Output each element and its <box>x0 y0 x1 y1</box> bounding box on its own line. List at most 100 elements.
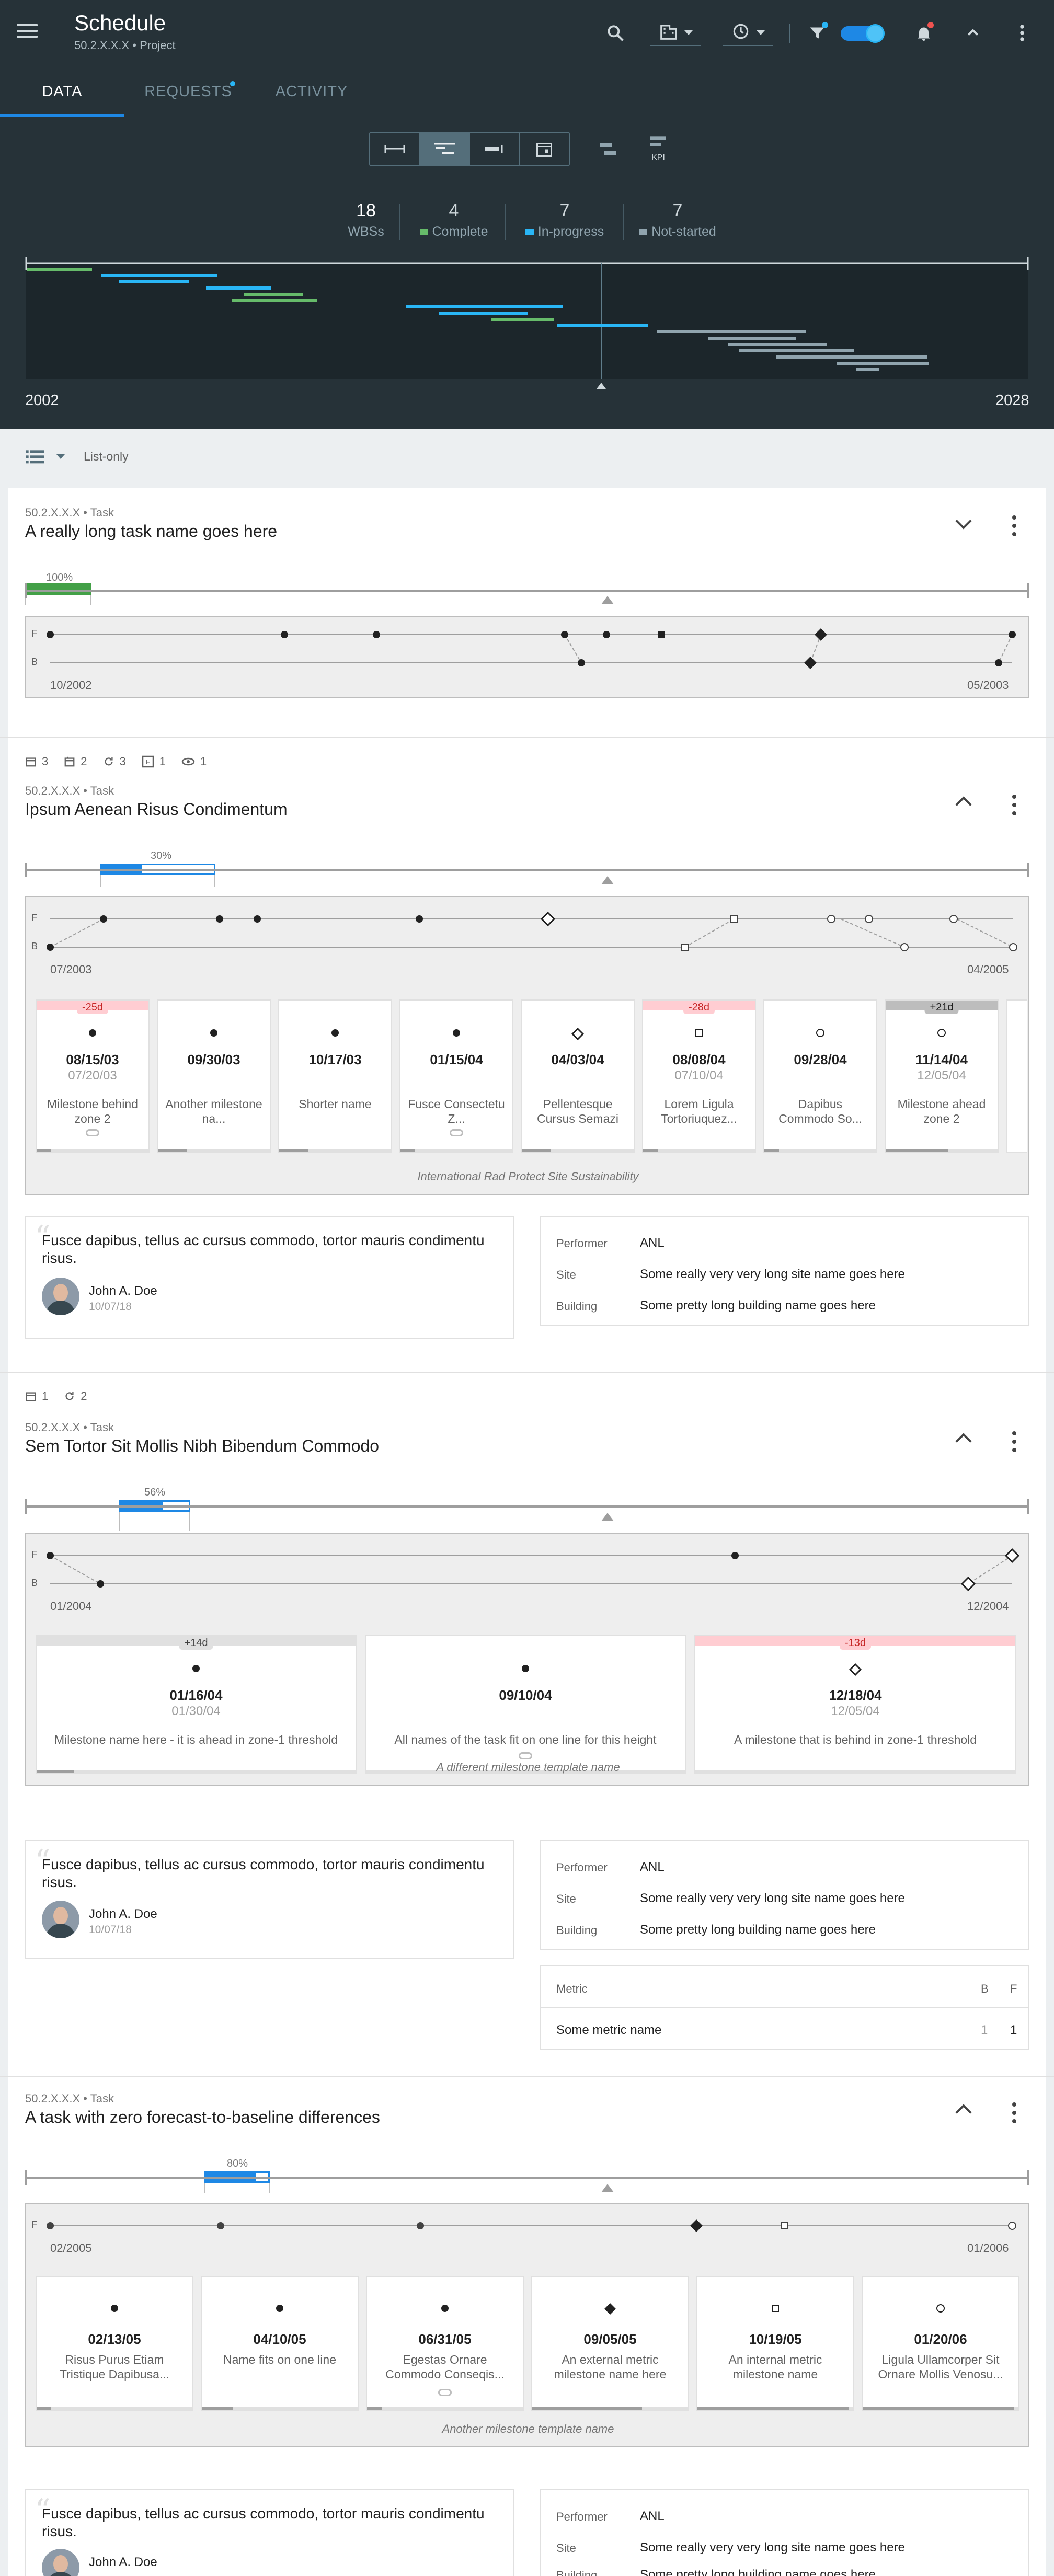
milestone-baseline-date: 07/20/03 <box>68 1068 117 1083</box>
forecast-baseline-panel[interactable]: F B 10/2002 05/2003 <box>25 616 1029 698</box>
calendar-icon <box>26 757 36 767</box>
building-label: Building <box>556 1924 598 1937</box>
swap-icon[interactable] <box>596 137 622 163</box>
task-breadcrumb: 50.2.X.X.X • Task <box>25 784 114 797</box>
milestone-date: 04/10/05 <box>253 2331 306 2347</box>
bar-view-button[interactable] <box>470 133 520 165</box>
tab-data[interactable]: DATA <box>0 65 124 118</box>
list-icon <box>26 450 44 464</box>
complete-legend-swatch <box>419 229 428 235</box>
task-info-card: Performer ANL Site Some really very very… <box>540 2489 1029 2576</box>
range-view-button[interactable] <box>370 133 420 165</box>
milestone-carousel[interactable]: 02/13/05 Risus Purus Etiam Tristique Dap… <box>26 2276 1030 2413</box>
milestone-card[interactable]: 04/10/05 Name fits on one line <box>201 2276 359 2411</box>
milestone-card[interactable]: 02/13/05 Risus Purus Etiam Tristique Dap… <box>36 2276 193 2411</box>
forecast-baseline-panel[interactable]: F B 07/2003 04/2005 -25d 08/15/03 07/20/… <box>25 896 1029 1195</box>
milestone-name: All names of the task fit on one line fo… <box>394 1733 657 1746</box>
divider <box>541 2007 1028 2008</box>
chevron-up-icon[interactable] <box>955 2104 972 2121</box>
forecast-baseline-panel[interactable]: F 02/2005 01/2006 02/13/05 Risus Purus E… <box>25 2203 1029 2447</box>
milestone-carousel[interactable]: -25d 08/15/03 07/20/03 Milestone behind … <box>26 999 1030 1154</box>
milestone-name: Risus Purus Etiam Tristique Dapibusa... <box>59 2353 170 2381</box>
milestone-timeline <box>47 628 1016 669</box>
milestone-card[interactable]: 09/28/04 Dapibus Commodo So... <box>763 999 877 1153</box>
kpi-button[interactable]: KPI <box>645 135 671 166</box>
milestone-card[interactable]: +14d 01/16/04 01/30/04 Milestone name he… <box>36 1635 357 1774</box>
task-counts: 1 2 <box>25 1389 87 1403</box>
inprogress-legend-swatch <box>525 229 534 235</box>
gantt-bar <box>739 349 854 352</box>
progress-label: 100% <box>46 572 73 583</box>
history-dropdown[interactable] <box>723 20 773 46</box>
more-vert-icon[interactable] <box>1012 515 1017 540</box>
gantt-bar <box>406 305 563 308</box>
task-breadcrumb: 50.2.X.X.X • Task <box>25 506 114 519</box>
filled-circle-icon <box>453 1029 460 1037</box>
search-icon[interactable] <box>602 20 628 46</box>
gantt-bar <box>119 280 189 283</box>
more-vert-icon[interactable] <box>1012 2102 1017 2128</box>
milestone-card[interactable]: 09/30/03 Another milestone na... <box>157 999 271 1153</box>
milestone-card[interactable]: -25d 08/15/03 07/20/03 Milestone behind … <box>36 999 150 1153</box>
stat-complete: 4 Complete <box>408 201 500 239</box>
milestone-card[interactable]: +21d 11/14/04 12/05/04 Milestone ahead z… <box>885 999 999 1153</box>
menu-icon[interactable] <box>17 24 38 41</box>
milestone-card[interactable]: 06/31/05 Egestas Ornare Commodo Conseqis… <box>366 2276 524 2411</box>
milestone-delta: +21d <box>924 1000 959 1014</box>
avatar <box>42 2549 79 2576</box>
calendar-view-button[interactable] <box>520 133 569 165</box>
filled-circle-icon <box>89 1029 96 1037</box>
view-toggle[interactable] <box>841 24 885 43</box>
milestone-card[interactable]: 04/03/04 Pellentesque Cursus Semazi <box>521 999 635 1153</box>
more-vert-icon[interactable] <box>1012 1431 1017 1456</box>
today-marker <box>601 2184 614 2192</box>
task-breadcrumb: 50.2.X.X.X • Task <box>25 2092 114 2105</box>
task-title: Ipsum Aenean Risus Condimentum <box>25 800 288 819</box>
timeline-start-tick <box>25 583 27 598</box>
task-title: A really long task name goes here <box>25 522 278 540</box>
forecast-baseline-panel[interactable]: F B 01/2004 12/2004 +14d 01/16/04 01/30/… <box>25 1533 1029 1786</box>
milestone-card-partial[interactable] <box>1006 999 1027 1153</box>
gantt-bar <box>27 268 92 271</box>
overview-gantt[interactable] <box>0 256 1054 413</box>
milestone-progress <box>400 1149 512 1152</box>
milestone-name: Dapibus Commodo So... <box>778 1097 862 1125</box>
milestone-name: Name fits on one line <box>223 2353 337 2366</box>
milestone-carousel[interactable]: +14d 01/16/04 01/30/04 Milestone name he… <box>26 1635 1030 1777</box>
milestone-card[interactable]: -28d 08/08/04 07/10/04 Lorem Ligula Tort… <box>642 999 756 1153</box>
filter-icon[interactable] <box>804 20 830 46</box>
metric-b-header: B <box>981 1982 989 1995</box>
milestone-card[interactable]: 10/17/03 Shorter name <box>278 999 392 1153</box>
milestone-card[interactable]: 09/05/05 An external metric milestone na… <box>531 2276 689 2411</box>
chevron-up-icon[interactable] <box>955 796 972 813</box>
comment-text: Fusce dapibus, tellus ac cursus commodo,… <box>42 1232 485 1266</box>
milestone-card[interactable]: 01/20/06 Ligula Ullamcorper Sit Ornare M… <box>862 2276 1019 2411</box>
notification-bell-icon[interactable] <box>911 20 937 46</box>
gantt-bar <box>708 337 796 340</box>
timeline-end-tick <box>1027 1499 1029 1514</box>
timeline-start-tick <box>25 2170 27 2185</box>
tab-activity[interactable]: ACTIVITY <box>259 65 364 118</box>
notstarted-legend-swatch <box>639 229 648 235</box>
more-vert-icon[interactable] <box>1012 795 1017 820</box>
site-value: Some really very very long site name goe… <box>640 1891 905 1905</box>
notification-badge <box>927 22 934 28</box>
milestone-card[interactable]: 01/15/04 Fusce Consectetu Z... <box>399 999 513 1153</box>
chevron-down-icon[interactable] <box>955 513 972 530</box>
collapse-icon[interactable] <box>961 20 985 46</box>
gantt-bar <box>206 286 271 290</box>
milestone-card[interactable]: 09/10/04 All names of the task fit on on… <box>365 1635 686 1774</box>
milestone-card[interactable]: 10/19/05 An internal metric milestone na… <box>696 2276 854 2411</box>
timeline-start-date: 07/2003 <box>50 963 92 976</box>
building-dropdown[interactable] <box>650 20 701 46</box>
more-vert-icon[interactable] <box>1014 20 1030 46</box>
gantt-bar <box>657 330 806 334</box>
chevron-up-icon[interactable] <box>955 1433 972 1450</box>
gantt-view-button[interactable] <box>420 133 470 165</box>
requests-badge <box>230 81 235 86</box>
milestone-progress <box>367 2407 523 2410</box>
list-view-dropdown[interactable] <box>25 448 65 464</box>
milestone-card[interactable]: -13d 12/18/04 12/05/04 A milestone that … <box>694 1635 1016 1774</box>
tab-requests[interactable]: REQUESTS <box>131 65 246 118</box>
field-count: F1 <box>142 755 166 768</box>
